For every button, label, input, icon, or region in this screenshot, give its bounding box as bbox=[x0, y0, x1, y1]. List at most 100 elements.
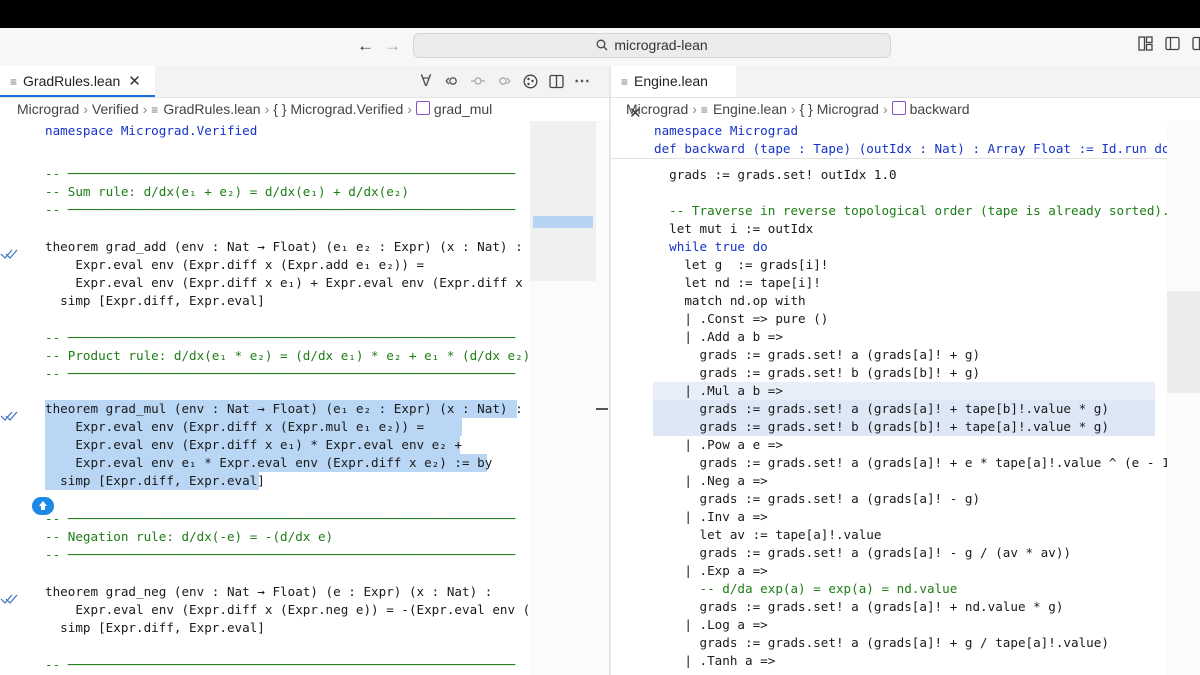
code-line: theorem grad_add (env : Nat → Float) (e₁… bbox=[45, 239, 523, 254]
breadcrumb-item[interactable]: GradRules.lean bbox=[163, 101, 260, 117]
code-line: grads := grads.set! a (grads[a]! + nd.va… bbox=[654, 599, 1064, 614]
code-line: -- ─────────────────────────────────────… bbox=[45, 547, 516, 562]
code-line: Expr.eval env e₁ * Expr.eval env (Expr.d… bbox=[45, 455, 493, 470]
right-code-editor[interactable]: namespace Micrograd def backward (tape :… bbox=[611, 121, 1200, 675]
symbol-cube-icon bbox=[891, 101, 906, 115]
code-line: grads := grads.set! a (grads[a]! + g / t… bbox=[654, 635, 1109, 650]
source-control-icon[interactable] bbox=[522, 73, 538, 89]
forall-icon[interactable]: ∀ bbox=[418, 73, 434, 90]
code-line: | .Neg a => bbox=[654, 473, 768, 488]
code-line: let nd := tape[i]! bbox=[654, 275, 821, 290]
go-back-change-icon[interactable] bbox=[444, 73, 460, 89]
code-line: | .Pow a e => bbox=[654, 437, 783, 452]
code-line: grads := grads.set! b (grads[b]! + g) bbox=[654, 365, 981, 380]
code-line: grads := grads.set! a (grads[a]! - g) bbox=[654, 491, 981, 506]
right-tab-bar: ≡ Engine.lean✕ bbox=[611, 66, 1200, 122]
search-icon bbox=[596, 35, 608, 58]
code-line: grads := grads.set! b (grads[b]! + tape[… bbox=[654, 419, 1109, 434]
sticky-line: def backward (tape : Tape) (outIdx : Nat… bbox=[654, 141, 1170, 156]
editor-actions: ∀ ⋯ bbox=[418, 73, 590, 90]
code-line: simp [Expr.diff, Expr.eval] bbox=[45, 473, 265, 488]
toggle-panel-icon[interactable] bbox=[1192, 36, 1200, 51]
left-editor-pane: ≡ GradRules.lean ✕ ∀ ⋯ Micrograd › Verified ›… bbox=[0, 66, 609, 675]
left-minimap[interactable] bbox=[530, 121, 609, 675]
breadcrumb: Micrograd › Verified › ≡ GradRules.lean ›{ } M… bbox=[17, 101, 493, 117]
sash-handle[interactable] bbox=[596, 408, 608, 410]
code-line: -- Traverse in reverse topological order… bbox=[654, 203, 1170, 218]
code-line: -- ─────────────────────────────────────… bbox=[45, 657, 516, 672]
code-line: | .Exp a => bbox=[654, 563, 768, 578]
breadcrumb-item[interactable]: Micrograd bbox=[626, 101, 688, 117]
breadcrumb-item[interactable]: { } Micrograd.Verified bbox=[273, 101, 403, 117]
breadcrumb-item[interactable]: Engine.lean bbox=[713, 101, 787, 117]
split-editor-icon[interactable] bbox=[548, 73, 564, 89]
breadcrumb-item[interactable]: grad_mul bbox=[434, 101, 492, 117]
file-icon: ≡ bbox=[151, 103, 159, 117]
code-line: Expr.eval env (Expr.diff x (Expr.mul e₁ … bbox=[45, 419, 425, 434]
back-arrow-icon[interactable]: ← bbox=[357, 36, 374, 56]
code-line: simp [Expr.diff, Expr.eval] bbox=[45, 620, 265, 635]
breadcrumb-item[interactable]: Verified bbox=[92, 101, 139, 117]
code-line: match nd.op with bbox=[654, 293, 806, 308]
code-line: | .Tanh a => bbox=[654, 653, 776, 668]
code-line: -- ─────────────────────────────────────… bbox=[45, 511, 516, 526]
code-line: theorem grad_mul (env : Nat → Float) (e₁… bbox=[45, 401, 523, 416]
code-line: let av := tape[a]!.value bbox=[654, 527, 882, 542]
system-top-bar bbox=[0, 0, 1200, 28]
go-forward-change-icon[interactable] bbox=[496, 73, 512, 89]
code-line: | .Inv a => bbox=[654, 509, 768, 524]
code-line: -- Negation rule: d/dx(-e) = -(d/dx e) bbox=[45, 529, 334, 544]
breadcrumb-item[interactable]: Micrograd bbox=[17, 101, 79, 117]
code-line: simp [Expr.diff, Expr.eval] bbox=[45, 293, 265, 308]
code-line: | .Const => pure () bbox=[654, 311, 829, 326]
breadcrumb-item[interactable]: backward bbox=[910, 101, 970, 117]
toggle-sidebar-icon[interactable] bbox=[1165, 36, 1180, 51]
more-actions-icon[interactable]: ⋯ bbox=[574, 73, 590, 90]
code-line: Expr.eval env (Expr.diff x (Expr.neg e))… bbox=[45, 602, 546, 617]
tab-label: Engine.lean bbox=[634, 73, 708, 89]
code-line: grads := grads.set! outIdx 1.0 bbox=[654, 167, 897, 182]
code-line: | .Log a => bbox=[654, 617, 768, 632]
proof-checked-icon bbox=[0, 593, 18, 605]
file-icon: ≡ bbox=[10, 75, 18, 89]
close-icon[interactable]: ✕ bbox=[128, 66, 141, 97]
customize-layout-icon[interactable] bbox=[1138, 36, 1153, 51]
code-line: -- Product rule: d/dx(e₁ * e₂) = (d/dx e… bbox=[45, 348, 531, 363]
breadcrumb: Micrograd › ≡ Engine.lean ›{ } Micrograd › bac… bbox=[626, 101, 970, 117]
left-tab-bar: ≡ GradRules.lean ✕ ∀ ⋯ bbox=[0, 66, 609, 98]
code-line: Expr.eval env (Expr.diff x e₁) * Expr.ev… bbox=[45, 437, 463, 452]
layout-controls bbox=[1138, 36, 1200, 51]
sticky-line: namespace Micrograd bbox=[654, 123, 799, 138]
code-line: let mut i := outIdx bbox=[654, 221, 814, 236]
tab-gradrules[interactable]: ≡ GradRules.lean ✕ bbox=[0, 66, 155, 97]
tab-engine[interactable]: ≡ Engine.lean✕ bbox=[611, 66, 736, 122]
code-line: let g := grads[i]! bbox=[654, 257, 829, 272]
search-text: micrograd-lean bbox=[614, 37, 708, 53]
code-line: grads := grads.set! a (grads[a]! + tape[… bbox=[654, 401, 1109, 416]
file-icon: ≡ bbox=[621, 75, 629, 89]
file-icon: ≡ bbox=[700, 103, 708, 117]
forward-arrow-icon[interactable]: → bbox=[384, 36, 401, 56]
symbol-cube-icon bbox=[415, 101, 430, 115]
breadcrumb-item[interactable]: { } Micrograd bbox=[800, 101, 879, 117]
proof-checked-icon bbox=[0, 248, 18, 260]
right-minimap[interactable] bbox=[1167, 121, 1200, 675]
code-line: while true do bbox=[654, 239, 768, 254]
right-editor-pane: ≡ Engine.lean✕ Micrograd › ≡ Engine.lean ›{ }… bbox=[611, 66, 1200, 675]
code-line: -- ─────────────────────────────────────… bbox=[45, 166, 516, 181]
code-line: grads := grads.set! a (grads[a]! - g / (… bbox=[654, 545, 1072, 560]
code-line: | .Add a b => bbox=[654, 329, 783, 344]
command-center-search[interactable]: micrograd-lean bbox=[413, 33, 891, 58]
left-code-editor[interactable]: namespace Micrograd.Verified -- ────────… bbox=[0, 121, 609, 675]
code-line: theorem grad_neg (env : Nat → Float) (e … bbox=[45, 584, 493, 599]
code-line: | .Mul a b => bbox=[654, 383, 783, 398]
proof-checked-icon bbox=[0, 410, 18, 422]
commit-icon[interactable] bbox=[470, 73, 486, 89]
tab-label: GradRules.lean bbox=[23, 73, 121, 89]
code-line: -- d/da exp(a) = exp(a) = nd.value bbox=[654, 581, 958, 596]
code-line: grads := grads.set! a (grads[a]! + e * t… bbox=[654, 455, 1185, 470]
code-line: -- ─────────────────────────────────────… bbox=[45, 366, 516, 381]
code-line: -- ─────────────────────────────────────… bbox=[45, 330, 516, 345]
code-line: grads := grads.set! a (grads[a]! + g) bbox=[654, 347, 981, 362]
code-line: -- ─────────────────────────────────────… bbox=[45, 202, 516, 217]
